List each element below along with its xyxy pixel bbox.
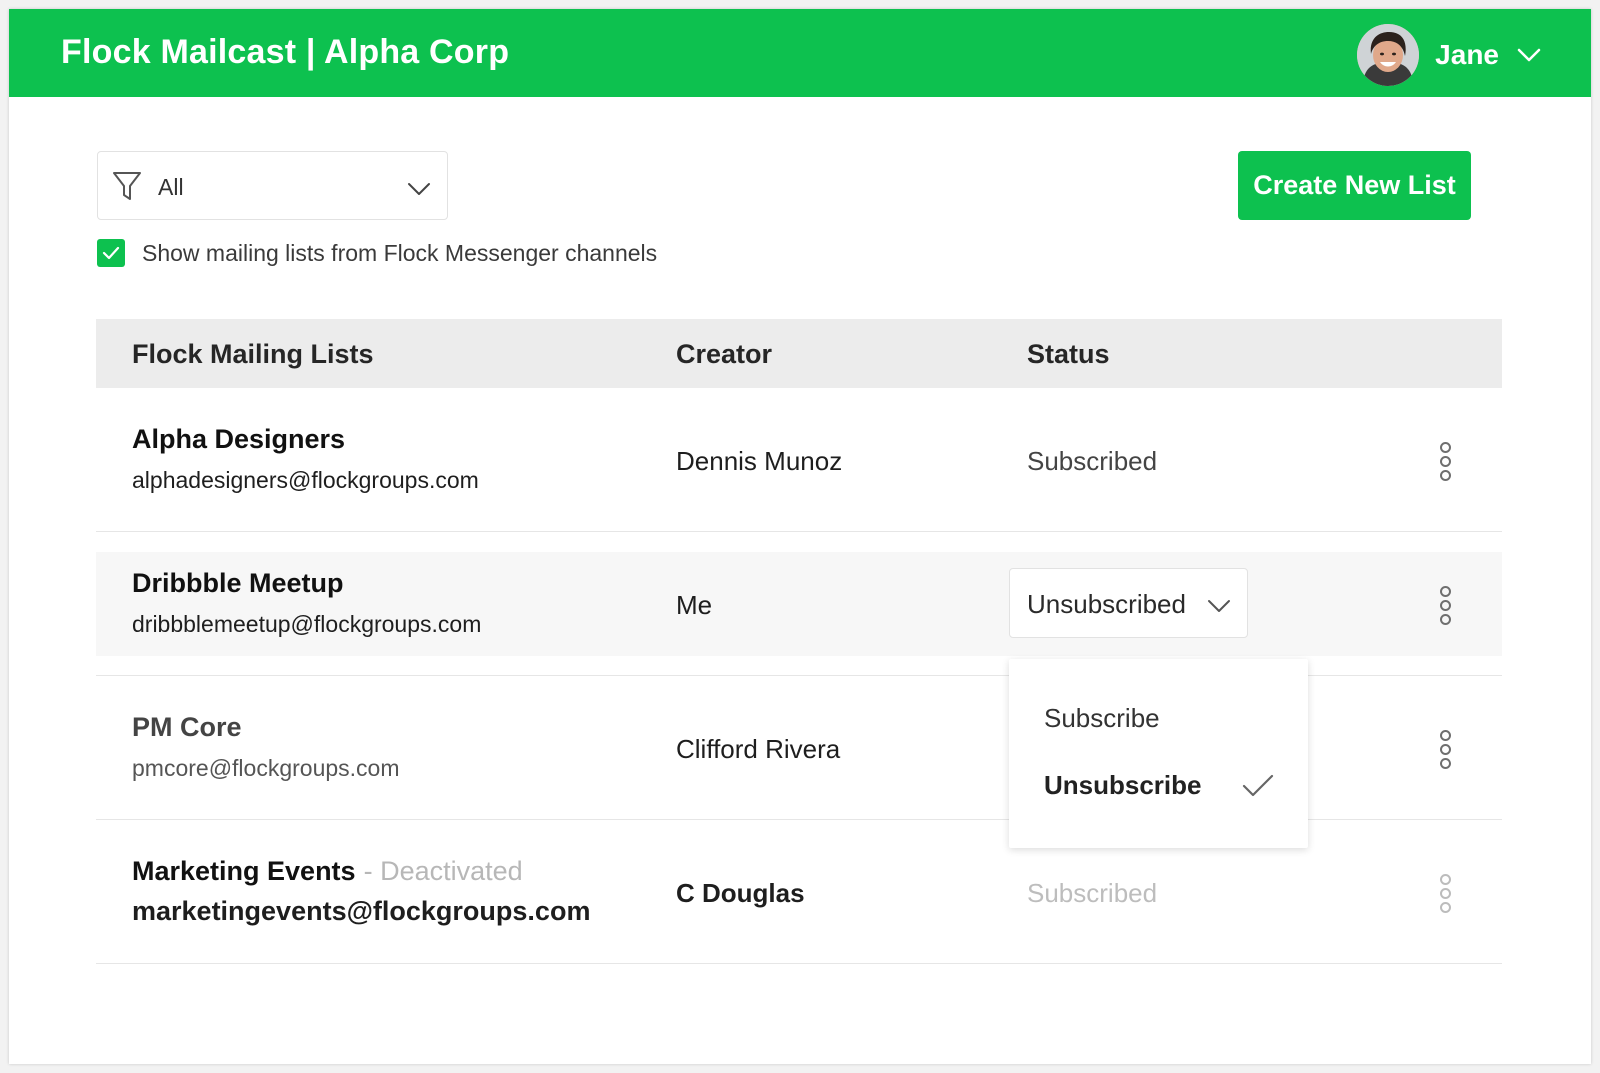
- chevron-down-icon: [408, 183, 430, 195]
- menu-item-unsubscribe[interactable]: Unsubscribe: [1009, 757, 1308, 813]
- avatar: [1357, 24, 1420, 86]
- list-name: PM Core: [132, 712, 242, 742]
- channels-checkbox-label: Show mailing lists from Flock Messenger …: [142, 239, 658, 266]
- create-new-list-button[interactable]: Create New List: [1238, 151, 1471, 220]
- check-icon: [102, 246, 120, 260]
- column-header-creator: Creator: [676, 339, 773, 369]
- status-select[interactable]: Unsubscribed: [1009, 568, 1248, 638]
- more-options-icon[interactable]: [1438, 874, 1452, 914]
- table-row[interactable]: Alpha Designers alphadesigners@flockgrou…: [96, 388, 1502, 532]
- mailing-lists-table: Flock Mailing Lists Creator Status Alpha…: [96, 319, 1502, 964]
- top-bar: Flock Mailcast | Alpha Corp Jane: [9, 9, 1591, 97]
- list-status: Subscribed: [1027, 446, 1158, 476]
- table-header: Flock Mailing Lists Creator Status: [96, 319, 1502, 388]
- chevron-down-icon: [1517, 48, 1541, 62]
- status-select-value: Unsubscribed: [1027, 589, 1186, 619]
- list-creator: Me: [676, 590, 713, 620]
- column-header-lists: Flock Mailing Lists: [132, 339, 374, 369]
- list-name: Alpha Designers: [132, 424, 346, 454]
- menu-item-label: Unsubscribe: [1044, 770, 1202, 800]
- filter-icon: [113, 172, 141, 200]
- list-creator: Dennis Munoz: [676, 446, 843, 476]
- user-menu[interactable]: Jane: [1357, 24, 1541, 86]
- list-email: marketingevents@flockgroups.com: [132, 896, 591, 926]
- channels-toggle[interactable]: Show mailing lists from Flock Messenger …: [97, 239, 657, 267]
- filter-value: All: [158, 174, 184, 200]
- column-header-status: Status: [1027, 339, 1110, 369]
- filter-select[interactable]: All: [97, 151, 448, 220]
- more-options-icon[interactable]: [1438, 442, 1452, 482]
- app-title: Flock Mailcast | Alpha Corp: [61, 33, 510, 71]
- status-dropdown-menu: Subscribe Unsubscribe: [1009, 659, 1308, 848]
- list-creator: C Douglas: [676, 878, 805, 908]
- app-window: Flock Mailcast | Alpha Corp Jane All Sho…: [9, 9, 1591, 1064]
- menu-item-label: Subscribe: [1044, 703, 1160, 733]
- check-icon: [1242, 774, 1274, 797]
- channels-checkbox[interactable]: [97, 239, 125, 267]
- user-name: Jane: [1435, 39, 1499, 70]
- list-email: pmcore@flockgroups.com: [132, 755, 400, 781]
- more-options-icon[interactable]: [1438, 730, 1452, 770]
- list-name: Dribbble Meetup: [132, 568, 344, 598]
- avatar-photo: [1357, 24, 1420, 86]
- row-content: Alpha Designers alphadesigners@flockgrou…: [96, 408, 1502, 512]
- row-content: Dribbble Meetup dribbblemeetup@flockgrou…: [96, 552, 1502, 656]
- list-creator: Clifford Rivera: [676, 734, 841, 764]
- table-row[interactable]: Dribbble Meetup dribbblemeetup@flockgrou…: [96, 532, 1502, 676]
- chevron-down-icon: [1208, 600, 1230, 612]
- menu-item-subscribe[interactable]: Subscribe: [1009, 690, 1308, 746]
- list-status: Subscribed: [1027, 878, 1158, 908]
- list-name-wrapper: Marketing Events - Deactivated: [132, 856, 523, 887]
- list-email: dribbblemeetup@flockgroups.com: [132, 611, 482, 637]
- list-email: alphadesigners@flockgroups.com: [132, 467, 479, 493]
- deactivated-tag: - Deactivated: [363, 856, 523, 886]
- list-name: Marketing Events: [132, 856, 356, 886]
- more-options-icon[interactable]: [1438, 586, 1452, 626]
- row-content: Marketing Events - Deactivated marketinge…: [96, 840, 1502, 944]
